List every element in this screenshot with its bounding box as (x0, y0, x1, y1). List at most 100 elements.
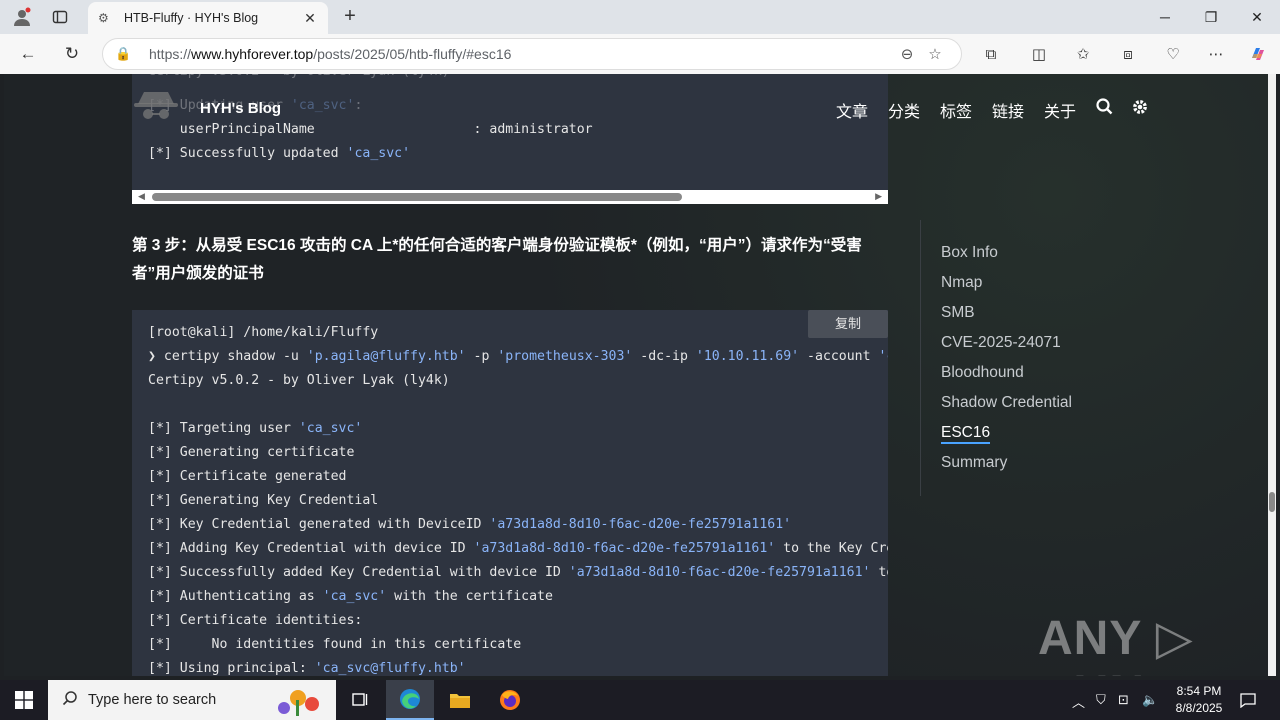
code-fragment: [*] Authenticating as (148, 589, 323, 604)
split-screen-icon[interactable]: ◫ (1026, 42, 1052, 66)
tab-close-icon[interactable]: ✕ (302, 10, 318, 27)
code-fragment: [*] Using principal: (148, 661, 315, 676)
more-menu-icon[interactable]: ⋯ (1203, 42, 1229, 66)
new-tab-icon[interactable]: + (338, 5, 362, 29)
tray-chevron-up-icon[interactable]: ︿ (1072, 692, 1085, 711)
tab-actions-icon[interactable] (48, 5, 72, 29)
code-string: 'ca_svc' (346, 146, 411, 161)
code-fragment: to the Key Credentials (783, 541, 888, 556)
code-block-shadow: [root@kali] /home/kali/Fluffy ❯ certipy … (132, 310, 888, 676)
code-command: ❯ certipy shadow -u 'p.agila@fluffy.htb'… (148, 345, 888, 369)
firefox-icon[interactable] (486, 680, 534, 720)
page-favicon-icon: ⚙ (98, 11, 109, 25)
extensions-icon[interactable]: ⧉ (978, 42, 1004, 66)
code-fragment: with the certificate (386, 589, 553, 604)
code-string: 'ca_svc' (322, 589, 387, 604)
code-line: [*] Generating certificate (148, 445, 355, 460)
nav-tags[interactable]: 标签 (940, 98, 972, 122)
address-bar[interactable]: 🔒 https://www.hyhforever.top/posts/2025/… (102, 38, 962, 70)
copy-code-button[interactable]: 复制 (808, 310, 888, 338)
search-icon[interactable] (1096, 98, 1113, 120)
taskbar-search-box[interactable]: Type here to search (48, 680, 336, 720)
start-windows-icon[interactable] (0, 680, 48, 720)
toc-item-bloodhound[interactable]: Bloodhound (941, 364, 1024, 382)
code-fragment: -dc-ip (632, 349, 696, 364)
url-prefix: https:// (149, 46, 192, 62)
collections-icon[interactable]: ⧈ (1115, 42, 1141, 66)
profile-icon[interactable] (10, 5, 34, 29)
toc-item-summary[interactable]: Summary (941, 454, 1007, 472)
tray-volume-icon[interactable]: 🔈 (1142, 692, 1158, 708)
nav-categories[interactable]: 分类 (888, 98, 920, 122)
code-fragment: [*] Key Credential generated with Device… (148, 517, 490, 532)
theme-settings-gear-icon[interactable] (1131, 98, 1149, 121)
browser-essentials-icon[interactable]: ♡ (1160, 42, 1186, 66)
code-string: 'ca_svc' (298, 421, 363, 436)
search-icon (62, 690, 78, 711)
toc-item-shadow-credential[interactable]: Shadow Credential (941, 394, 1072, 412)
page-vertical-scrollbar[interactable] (1268, 74, 1276, 676)
code-string: 'prometheusx-303' (497, 349, 633, 364)
tray-security-icon[interactable]: ⛉ (1096, 692, 1106, 708)
code-string: '10.10.11.69' (695, 349, 800, 364)
scroll-right-icon[interactable]: ▶ (875, 191, 882, 202)
nav-articles[interactable]: 文章 (836, 98, 868, 122)
browser-tab[interactable]: ⚙ HTB-Fluffy · HYH's Blog ✕ (88, 2, 328, 34)
reader-options-icon[interactable]: ⊖ (893, 45, 921, 63)
scrollbar-thumb[interactable] (152, 193, 682, 201)
scroll-left-icon[interactable]: ◀ (138, 191, 145, 202)
edge-browser-icon[interactable] (386, 680, 434, 720)
file-explorer-icon[interactable] (436, 680, 484, 720)
code-line: Certipy v5.0.2 - by Oliver Lyak (ly4k) (148, 373, 450, 388)
code-fragment: [*] Targeting user (148, 421, 299, 436)
code-line: [*] No identities found in this certific… (148, 637, 522, 652)
toc-item-box-info[interactable]: Box Info (941, 244, 998, 262)
clock-time: 8:54 PM (1176, 684, 1222, 698)
toc-item-nmap[interactable]: Nmap (941, 274, 982, 292)
restore-icon[interactable]: ❐ (1188, 0, 1234, 34)
code-line: [*] Successfully updated 'ca_svc' (148, 142, 410, 166)
windows-taskbar: Type here to search ︿ ⛉ ⊡ 🔈 8:54 PM 8/8/… (0, 680, 1280, 720)
address-toolbar: ← ↻ 🔒 https://www.hyhforever.top/posts/2… (0, 34, 1280, 74)
table-of-contents: Box Info Nmap SMB CVE-2025-24071 Bloodho… (920, 220, 1120, 496)
copilot-icon[interactable] (1245, 42, 1271, 66)
tab-title: HTB-Fluffy · HYH's Blog (124, 11, 259, 25)
url-domain: www.hyhforever.top (191, 46, 314, 62)
lock-icon[interactable]: 🔒 (115, 46, 135, 62)
code-fragment: ❯ certipy shadow -u (148, 349, 307, 364)
code-line: [*] Certificate generated (148, 469, 347, 484)
scrollbar-thumb[interactable] (1269, 492, 1275, 512)
code-line: [*] Generating Key Credential (148, 493, 379, 508)
site-logo-icon[interactable] (132, 88, 180, 126)
anyrun-watermark: ANY ▷ RUN (1038, 612, 1194, 676)
site-name[interactable]: HYH's Blog (200, 100, 281, 117)
minimize-icon[interactable]: ─ (1142, 0, 1188, 34)
notification-center-icon[interactable] (1236, 680, 1260, 720)
url-text[interactable]: https://www.hyhforever.top/posts/2025/05… (149, 46, 893, 62)
back-icon[interactable]: ← (16, 42, 40, 66)
task-view-icon[interactable] (336, 680, 384, 720)
toc-item-esc16[interactable]: ESC16 (941, 424, 991, 444)
code-prompt: [root@kali] /home/kali/Fluffy (148, 325, 379, 340)
toc-item-cve[interactable]: CVE-2025-24071 (941, 334, 1061, 352)
browser-tab-bar: ⚙ HTB-Fluffy · HYH's Blog ✕ + ─ ❐ ✕ (0, 0, 1280, 34)
favorites-icon[interactable]: ✩ (1070, 42, 1096, 66)
nav-links[interactable]: 链接 (992, 98, 1024, 122)
code-string: 'p.agila@fluffy.htb' (306, 349, 466, 364)
refresh-icon[interactable]: ↻ (60, 42, 84, 66)
code-horizontal-scrollbar[interactable]: ◀ ▶ (132, 190, 888, 204)
code-line: [*] Using principal: 'ca_svc@fluffy.htb' (148, 657, 466, 676)
nav-about[interactable]: 关于 (1044, 98, 1076, 122)
toc-item-smb[interactable]: SMB (941, 304, 975, 322)
step-heading: 第 3 步：从易受 ESC16 攻击的 CA 上*的任何合适的客户端身份验证模板… (132, 237, 862, 282)
url-path: /posts/2025/05/htb-fluffy/#esc16 (313, 46, 512, 62)
code-line: [*] Key Credential generated with Device… (148, 513, 791, 537)
taskbar-clock[interactable]: 8:54 PM 8/8/2025 (1160, 683, 1238, 717)
search-placeholder: Type here to search (88, 692, 217, 708)
tray-network-icon[interactable]: ⊡ (1118, 692, 1129, 708)
code-string: 'a73d1a8d-8d10-f6ac-d20e-fe25791a1161' (489, 517, 792, 532)
code-string: 'ca_svc' (878, 349, 889, 364)
code-line: [*] Authenticating as 'ca_svc' with the … (148, 585, 553, 609)
favorite-star-icon[interactable]: ☆ (921, 45, 949, 63)
window-close-icon[interactable]: ✕ (1234, 0, 1280, 34)
